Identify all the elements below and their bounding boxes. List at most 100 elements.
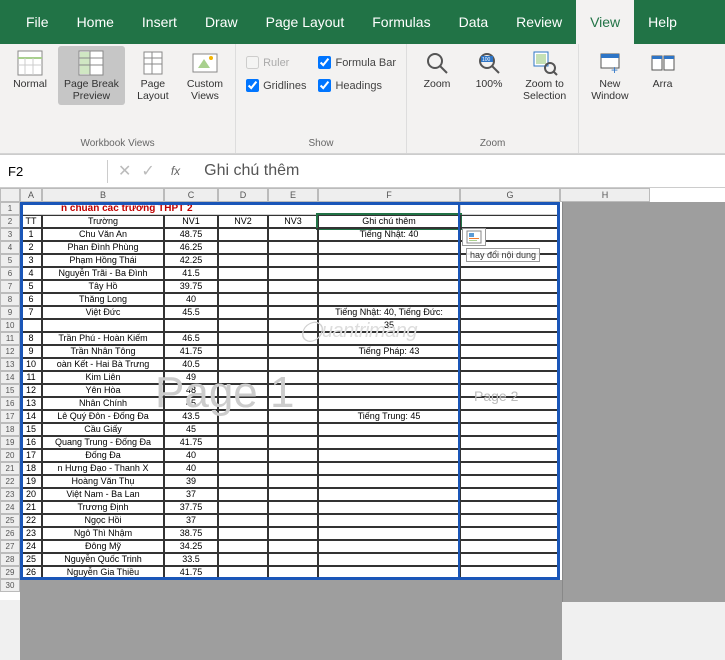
headings-checkbox[interactable]: Headings bbox=[314, 77, 400, 94]
cell[interactable]: 43.5 bbox=[164, 410, 218, 423]
col-header-h[interactable]: H bbox=[560, 188, 650, 202]
cell[interactable] bbox=[460, 319, 560, 332]
cell[interactable] bbox=[460, 501, 560, 514]
cell[interactable] bbox=[268, 488, 318, 501]
cell[interactable]: 41.75 bbox=[164, 436, 218, 449]
row-header-2[interactable]: 2 bbox=[0, 215, 20, 228]
new-window-button[interactable]: + New Window bbox=[585, 46, 634, 105]
cell[interactable] bbox=[460, 488, 560, 501]
cell[interactable] bbox=[460, 553, 560, 566]
tab-formulas[interactable]: Formulas bbox=[358, 0, 444, 44]
cell[interactable] bbox=[268, 410, 318, 423]
cell[interactable] bbox=[460, 215, 560, 228]
row-header-3[interactable]: 3 bbox=[0, 228, 20, 241]
row-header-29[interactable]: 29 bbox=[0, 566, 20, 579]
cell[interactable] bbox=[218, 397, 268, 410]
cell[interactable]: 34.25 bbox=[164, 540, 218, 553]
cell[interactable]: Ngọc Hồi bbox=[42, 514, 164, 527]
cell[interactable]: 14 bbox=[20, 410, 42, 423]
cell[interactable]: 37 bbox=[164, 488, 218, 501]
cell[interactable] bbox=[460, 280, 560, 293]
cell[interactable] bbox=[268, 241, 318, 254]
cell[interactable]: Tiếng Pháp: 43 bbox=[318, 345, 460, 358]
zoom-100-button[interactable]: 100 100% bbox=[465, 46, 513, 94]
cell[interactable] bbox=[218, 332, 268, 345]
cell[interactable]: 6 bbox=[20, 293, 42, 306]
cell[interactable]: 46.25 bbox=[164, 241, 218, 254]
col-header-a[interactable]: A bbox=[20, 188, 42, 202]
cell[interactable] bbox=[268, 293, 318, 306]
cell[interactable]: Thăng Long bbox=[42, 293, 164, 306]
cell[interactable]: NV1 bbox=[164, 215, 218, 228]
cell[interactable]: Yên Hòa bbox=[42, 384, 164, 397]
row-header-6[interactable]: 6 bbox=[0, 267, 20, 280]
cell[interactable]: 49 bbox=[164, 371, 218, 384]
cell[interactable] bbox=[460, 332, 560, 345]
name-box[interactable] bbox=[0, 160, 108, 183]
cell[interactable] bbox=[460, 423, 560, 436]
cell[interactable] bbox=[218, 488, 268, 501]
cell[interactable]: 10 bbox=[20, 358, 42, 371]
cell[interactable]: Kim Liên bbox=[42, 371, 164, 384]
cell[interactable]: Chu Văn An bbox=[42, 228, 164, 241]
row-header-23[interactable]: 23 bbox=[0, 488, 20, 501]
cell[interactable]: NV2 bbox=[218, 215, 268, 228]
cell[interactable]: 45 bbox=[164, 397, 218, 410]
cell[interactable] bbox=[268, 358, 318, 371]
cell[interactable] bbox=[218, 358, 268, 371]
cell[interactable] bbox=[218, 241, 268, 254]
cell[interactable] bbox=[268, 254, 318, 267]
cell[interactable] bbox=[268, 553, 318, 566]
cell[interactable]: 22 bbox=[20, 514, 42, 527]
cell[interactable] bbox=[318, 436, 460, 449]
arrange-button[interactable]: Arra bbox=[639, 46, 687, 94]
cell[interactable] bbox=[268, 501, 318, 514]
cell[interactable]: Việt Nam - Ba Lan bbox=[42, 488, 164, 501]
cell[interactable]: 35 bbox=[318, 319, 460, 332]
cell[interactable]: 41.75 bbox=[164, 345, 218, 358]
cell[interactable] bbox=[218, 462, 268, 475]
row-header-1[interactable]: 1 bbox=[0, 202, 20, 215]
cell[interactable] bbox=[318, 488, 460, 501]
cell[interactable] bbox=[268, 267, 318, 280]
cell[interactable]: Việt Đức bbox=[42, 306, 164, 319]
cell[interactable] bbox=[268, 527, 318, 540]
cell[interactable]: 19 bbox=[20, 475, 42, 488]
cell[interactable] bbox=[218, 384, 268, 397]
row-header-13[interactable]: 13 bbox=[0, 358, 20, 371]
cell[interactable] bbox=[460, 566, 560, 579]
cell[interactable]: 12 bbox=[20, 384, 42, 397]
cell[interactable] bbox=[318, 293, 460, 306]
cell[interactable] bbox=[218, 566, 268, 579]
cell[interactable]: 8 bbox=[20, 332, 42, 345]
cell[interactable]: 38.75 bbox=[164, 527, 218, 540]
cell[interactable]: 40 bbox=[164, 462, 218, 475]
cell[interactable] bbox=[460, 397, 560, 410]
formula-input[interactable] bbox=[196, 158, 725, 184]
cell[interactable]: n Hưng Đạo - Thanh X bbox=[42, 462, 164, 475]
cell[interactable] bbox=[218, 280, 268, 293]
zoom-to-selection-button[interactable]: Zoom to Selection bbox=[517, 46, 572, 105]
cell[interactable]: Cầu Giấy bbox=[42, 423, 164, 436]
row-header-28[interactable]: 28 bbox=[0, 553, 20, 566]
cell[interactable]: 39 bbox=[164, 475, 218, 488]
cell[interactable] bbox=[218, 514, 268, 527]
cell[interactable] bbox=[460, 449, 560, 462]
tab-home[interactable]: Home bbox=[63, 0, 128, 44]
cell[interactable] bbox=[460, 267, 560, 280]
tab-help[interactable]: Help bbox=[634, 0, 691, 44]
cell[interactable] bbox=[218, 410, 268, 423]
row-header-4[interactable]: 4 bbox=[0, 241, 20, 254]
row-header-15[interactable]: 15 bbox=[0, 384, 20, 397]
cell[interactable] bbox=[268, 514, 318, 527]
cell[interactable] bbox=[460, 410, 560, 423]
cell[interactable] bbox=[268, 332, 318, 345]
cell[interactable]: 1 bbox=[20, 228, 42, 241]
tab-page-layout[interactable]: Page Layout bbox=[252, 0, 359, 44]
zoom-button[interactable]: Zoom bbox=[413, 46, 461, 94]
fx-icon[interactable]: fx bbox=[165, 164, 186, 178]
cell[interactable]: Hoàng Văn Thụ bbox=[42, 475, 164, 488]
cell[interactable]: 17 bbox=[20, 449, 42, 462]
col-header-c[interactable]: C bbox=[164, 188, 218, 202]
enter-icon[interactable]: ✓ bbox=[141, 161, 154, 181]
